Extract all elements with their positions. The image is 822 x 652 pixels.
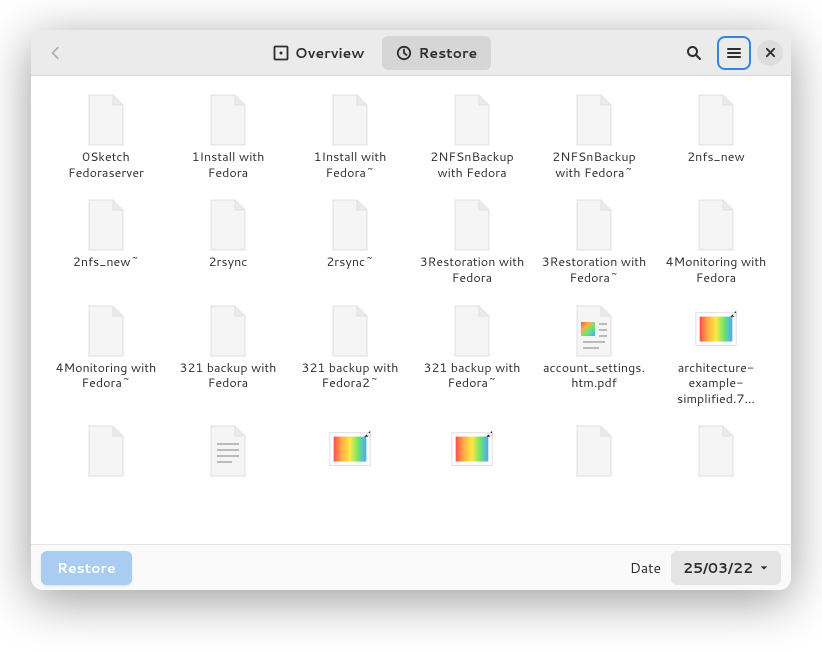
file-label: 2NFSnBackup with Fedora~	[540, 150, 648, 181]
file-item[interactable]	[171, 417, 285, 487]
blank-file-icon	[692, 423, 740, 479]
file-label: 1Install with Fedora	[174, 150, 282, 181]
file-label: 2nfs_new	[662, 150, 770, 166]
file-browser[interactable]: 0Sketch Fedoraserver 1Install with Fedora…	[31, 76, 791, 544]
file-label: 1Install with Fedora~	[296, 150, 404, 181]
file-grid: 0Sketch Fedoraserver 1Install with Fedora…	[49, 86, 773, 487]
file-label: 321 backup with Fedora~	[418, 361, 526, 392]
restore-button-label: Restore	[57, 558, 116, 578]
file-item[interactable]: 1Install with Fedora~	[293, 86, 407, 187]
tab-overview-label: Overview	[295, 43, 365, 63]
file-item[interactable]: 3Restoration with Fedora~	[537, 191, 651, 292]
file-label: 4Monitoring with Fedora~	[52, 361, 160, 392]
footer: Restore Date 25/03/22	[31, 544, 791, 590]
file-item[interactable]	[415, 417, 529, 487]
date-value: 25/03/22	[683, 558, 753, 578]
file-item[interactable]: 2nfs_new	[659, 86, 773, 187]
file-item[interactable]: 2NFSnBackup with Fedora~	[537, 86, 651, 187]
blank-file-icon	[692, 197, 740, 253]
file-item[interactable]: 321 backup with Fedora2~	[293, 297, 407, 414]
blank-file-icon	[82, 423, 130, 479]
file-item[interactable]: 2nfs_new~	[49, 191, 163, 292]
file-label: 2nfs_new~	[52, 255, 160, 271]
file-label: 321 backup with Fedora2~	[296, 361, 404, 392]
file-item[interactable]: 2NFSnBackup with Fedora	[415, 86, 529, 187]
file-item[interactable]: 0Sketch Fedoraserver	[49, 86, 163, 187]
file-item[interactable]: 2rsync	[171, 191, 285, 292]
blank-file-icon	[204, 197, 252, 253]
headerbar: Overview Restore	[31, 30, 791, 76]
tab-overview[interactable]: Overview	[259, 36, 379, 70]
blank-file-icon	[82, 197, 130, 253]
blank-file-icon	[570, 197, 618, 253]
file-item[interactable]	[49, 417, 163, 487]
date-label: Date	[630, 558, 661, 578]
date-picker-button[interactable]: 25/03/22	[671, 551, 781, 585]
blank-file-icon	[204, 303, 252, 359]
file-item[interactable]: 4Monitoring with Fedora~	[49, 297, 163, 414]
back-button[interactable]	[39, 36, 73, 70]
blank-file-icon	[448, 92, 496, 148]
file-item[interactable]: 321 backup with Fedora~	[415, 297, 529, 414]
blank-file-icon	[326, 92, 374, 148]
blank-file-icon	[82, 92, 130, 148]
blank-file-icon	[448, 197, 496, 253]
file-item[interactable]	[659, 417, 773, 487]
tab-restore[interactable]: Restore	[382, 36, 491, 70]
file-label: 3Restoration with Fedora~	[540, 255, 648, 286]
blank-file-icon	[204, 92, 252, 148]
blank-file-icon	[326, 303, 374, 359]
file-label: architecture-example-simplified.7…	[662, 361, 770, 408]
pdf-file-icon	[570, 303, 618, 359]
blank-file-icon	[326, 197, 374, 253]
app-window: Overview Restore 0Sketch Fedoraserver 1In…	[31, 30, 791, 590]
search-icon	[686, 45, 702, 61]
file-item[interactable]: 4Monitoring with Fedora	[659, 191, 773, 292]
overview-icon	[273, 45, 289, 61]
blank-file-icon	[82, 303, 130, 359]
tab-restore-label: Restore	[418, 43, 477, 63]
file-label: 321 backup with Fedora	[174, 361, 282, 392]
headerbar-right	[677, 36, 783, 70]
search-button[interactable]	[677, 36, 711, 70]
file-label: 3Restoration with Fedora	[418, 255, 526, 286]
text-file-icon	[204, 423, 252, 479]
file-label: 2rsync	[174, 255, 282, 271]
file-item[interactable]	[537, 417, 651, 487]
file-item[interactable]	[293, 417, 407, 487]
blank-file-icon	[570, 92, 618, 148]
hamburger-icon	[726, 45, 742, 61]
file-label: 2NFSnBackup with Fedora	[418, 150, 526, 181]
file-item[interactable]: 321 backup with Fedora	[171, 297, 285, 414]
close-icon	[765, 47, 776, 58]
image-file-icon	[692, 303, 740, 359]
file-label: account_settings.htm.pdf	[540, 361, 648, 392]
file-item[interactable]: architecture-example-simplified.7…	[659, 297, 773, 414]
file-label: 0Sketch Fedoraserver	[52, 150, 160, 181]
clock-icon	[396, 45, 412, 61]
close-button[interactable]	[757, 40, 783, 66]
blank-file-icon	[692, 92, 740, 148]
chevron-left-icon	[49, 46, 63, 60]
file-item[interactable]: account_settings.htm.pdf	[537, 297, 651, 414]
menu-button[interactable]	[717, 36, 751, 70]
view-switcher: Overview Restore	[79, 36, 671, 70]
blank-file-icon	[448, 303, 496, 359]
image-file-icon	[448, 423, 496, 479]
file-item[interactable]: 3Restoration with Fedora	[415, 191, 529, 292]
blank-file-icon	[570, 423, 618, 479]
file-label: 2rsync~	[296, 255, 404, 271]
file-item[interactable]: 1Install with Fedora	[171, 86, 285, 187]
image-file-icon	[326, 423, 374, 479]
chevron-down-icon	[759, 563, 769, 573]
restore-button[interactable]: Restore	[41, 551, 132, 585]
file-item[interactable]: 2rsync~	[293, 191, 407, 292]
file-label: 4Monitoring with Fedora	[662, 255, 770, 286]
